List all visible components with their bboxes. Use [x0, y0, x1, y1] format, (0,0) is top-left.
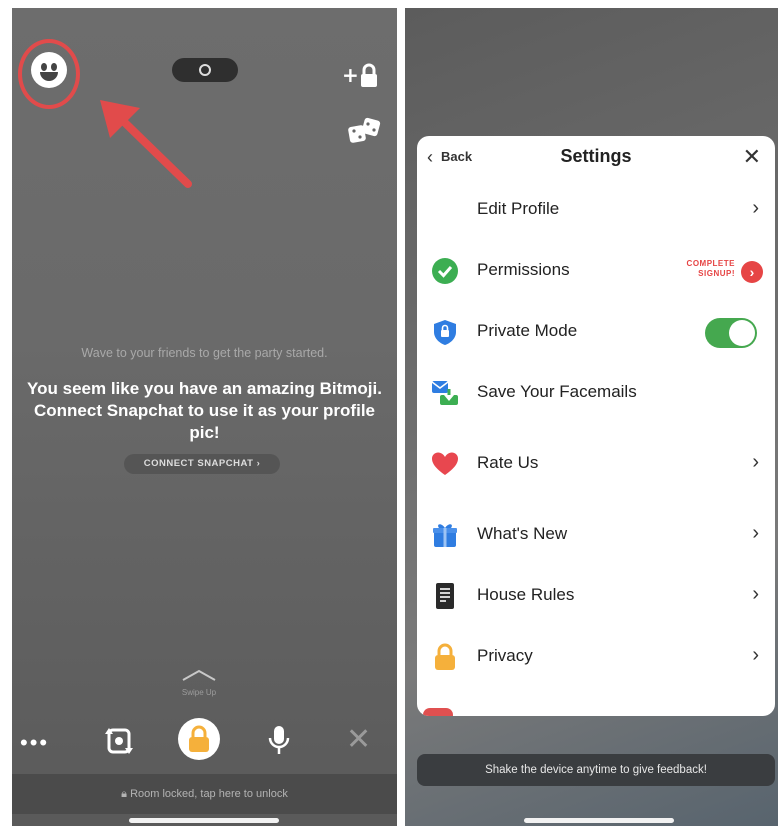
room-lock-button[interactable]	[178, 718, 220, 760]
more-options-icon[interactable]: •••	[20, 730, 62, 755]
highlight-circle	[18, 39, 80, 109]
next-item-icon-peek	[423, 708, 453, 716]
checkmark-icon	[432, 258, 458, 284]
add-lock-icon[interactable]: +	[342, 62, 382, 90]
room-locked-bar[interactable]: 🔒︎ Room locked, tap here to unlock	[12, 774, 397, 814]
settings-item-label: Privacy	[477, 646, 533, 665]
settings-item-label: What's New	[477, 524, 568, 543]
house-party-room-screen: + Wave to your friends to get the party …	[12, 8, 397, 826]
swipe-up-label: Swipe Up	[181, 688, 217, 697]
microphone-icon[interactable]	[265, 724, 293, 756]
svg-text:+: +	[342, 63, 359, 87]
settings-item-label: Permissions	[477, 260, 570, 279]
settings-item-label: Rate Us	[477, 453, 539, 472]
chevron-right-icon: ›	[752, 644, 759, 666]
facemail-download-icon	[431, 381, 458, 405]
settings-item-whats-new[interactable]: What's New ›	[417, 509, 775, 559]
settings-item-private-mode: Private Mode	[417, 306, 775, 356]
profile-icon	[431, 196, 459, 224]
arrow-right-icon[interactable]: ›	[741, 261, 763, 283]
settings-item-privacy[interactable]: Privacy ›	[417, 631, 775, 681]
settings-item-house-rules[interactable]: House Rules ›	[417, 570, 775, 620]
room-status-pill[interactable]	[172, 58, 238, 82]
home-indicator	[129, 818, 279, 823]
heart-icon	[432, 452, 458, 475]
gift-icon	[433, 524, 457, 547]
document-icon	[436, 583, 454, 609]
bitmoji-headline: You seem like you have an amazing Bitmoj…	[27, 379, 382, 442]
screenshot-canvas: + Wave to your friends to get the party …	[0, 0, 778, 827]
chevron-right-icon: ›	[752, 583, 759, 605]
home-indicator	[524, 818, 674, 823]
close-icon[interactable]: ✕	[743, 144, 761, 170]
settings-item-save-facemails[interactable]: Save Your Facemails	[417, 367, 775, 417]
padlock-icon	[435, 643, 455, 670]
lock-icon	[189, 725, 209, 752]
connect-snapchat-button[interactable]: CONNECT SNAPCHAT ›	[124, 454, 280, 474]
feedback-toast: Shake the device anytime to give feedbac…	[417, 754, 775, 786]
settings-item-permissions[interactable]: Permissions COMPLETE SIGNUP! ›	[417, 245, 775, 295]
settings-item-rate-us[interactable]: Rate Us ›	[417, 438, 775, 488]
shield-icon	[434, 320, 456, 345]
close-icon[interactable]: ✕	[346, 725, 372, 755]
settings-sheet: ‹ Back Settings ✕ Edit Profile › Permissi…	[417, 136, 775, 716]
dice-icon[interactable]	[347, 116, 383, 146]
settings-item-edit-profile[interactable]: Edit Profile ›	[417, 184, 775, 234]
settings-item-label: House Rules	[477, 585, 575, 604]
rotate-camera-icon[interactable]	[102, 724, 136, 758]
private-mode-toggle[interactable]	[705, 318, 757, 348]
settings-screen: ‹ Back Settings ✕ Edit Profile › Permissi…	[405, 8, 778, 826]
page-title: Settings	[560, 146, 632, 166]
complete-signup-badge[interactable]: COMPLETE SIGNUP!	[665, 259, 735, 279]
small-lock-icon: 🔒︎	[121, 788, 131, 800]
chevron-right-icon: ›	[752, 451, 759, 473]
room-locked-text: Room locked, tap here to unlock	[130, 788, 288, 800]
settings-item-label: Save Your Facemails	[477, 382, 637, 401]
wave-hint-text: Wave to your friends to get the party st…	[81, 346, 328, 360]
chevron-right-icon: ›	[752, 197, 759, 219]
settings-header: ‹ Back Settings ✕	[417, 136, 775, 176]
red-arrow-icon	[100, 100, 192, 188]
chevron-right-icon: ›	[752, 522, 759, 544]
chevron-up-icon	[182, 669, 216, 681]
settings-item-label: Private Mode	[477, 321, 578, 340]
settings-item-label: Edit Profile	[477, 199, 560, 218]
